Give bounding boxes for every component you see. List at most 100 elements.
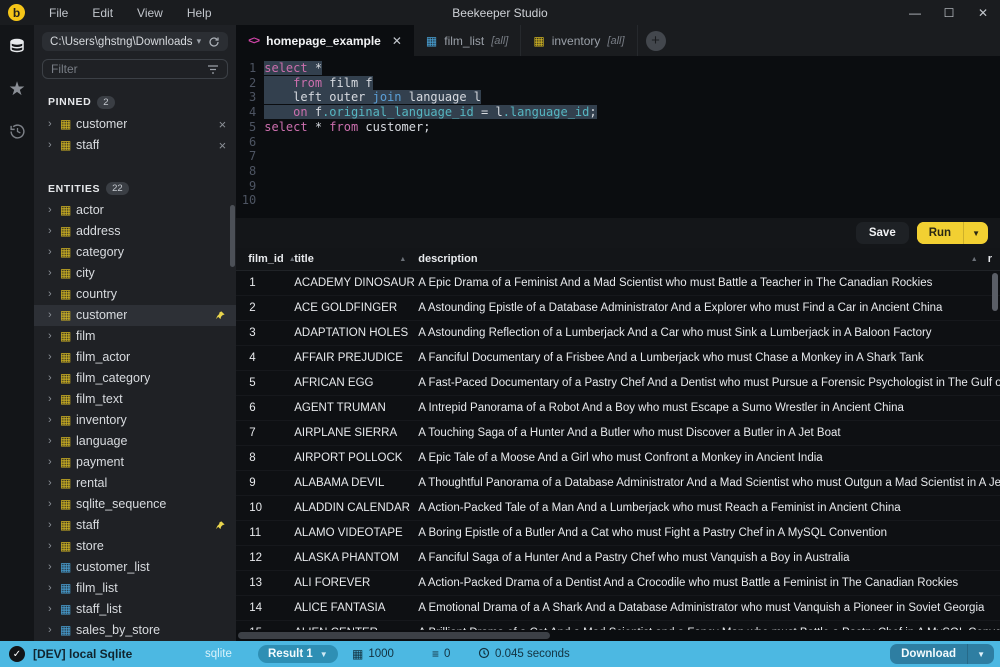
download-options-caret-icon[interactable]: ▼ [967, 644, 994, 664]
table-row[interactable]: 2ACE GOLDFINGERA Astounding Epistle of a… [236, 296, 1000, 321]
expand-chevron-icon[interactable]: › [48, 288, 60, 300]
expand-chevron-icon[interactable]: › [48, 624, 60, 636]
table-row[interactable]: 9ALABAMA DEVILA Thoughtful Panorama of a… [236, 471, 1000, 496]
expand-chevron-icon[interactable]: › [48, 498, 60, 510]
sort-asc-icon[interactable]: ▲ [971, 256, 978, 263]
maximize-button[interactable]: ☐ [932, 0, 966, 25]
sidebar-item-customer_list[interactable]: ›▦customer_list [34, 557, 236, 578]
expand-chevron-icon[interactable]: › [48, 582, 60, 594]
filter-icon[interactable] [207, 64, 219, 75]
table-row[interactable]: 7AIRPLANE SIERRAA Touching Saga of a Hun… [236, 421, 1000, 446]
expand-chevron-icon[interactable]: › [48, 204, 60, 216]
results-vertical-scrollbar[interactable] [992, 273, 998, 311]
sidebar-item-customer[interactable]: ›▦customer [34, 305, 236, 326]
expand-chevron-icon[interactable]: › [48, 351, 60, 363]
run-options-caret-icon[interactable]: ▼ [963, 222, 988, 244]
sidebar-item-film[interactable]: ›▦film [34, 326, 236, 347]
pinned-item-staff[interactable]: ›▦staff× [34, 135, 236, 156]
sort-asc-icon[interactable]: ▲ [399, 256, 406, 263]
expand-chevron-icon[interactable]: › [48, 372, 60, 384]
code-area[interactable]: select * from film f left outer join lan… [264, 61, 1000, 218]
expand-chevron-icon[interactable]: › [48, 435, 60, 447]
tab-film_list[interactable]: ▦film_list[all] [414, 25, 521, 56]
minimize-button[interactable]: — [898, 0, 932, 25]
entity-filter-input[interactable]: Filter [42, 59, 228, 79]
table-row[interactable]: 14ALICE FANTASIAA Emotional Drama of a A… [236, 596, 1000, 621]
tab-homepage_example[interactable]: <>homepage_example✕ [236, 25, 414, 56]
expand-chevron-icon[interactable]: › [48, 267, 60, 279]
close-tab-icon[interactable]: ✕ [392, 34, 402, 48]
column-header-title[interactable]: title ▲ [294, 253, 416, 265]
pin-icon[interactable] [215, 310, 226, 321]
table-row[interactable]: 6AGENT TRUMANA Intrepid Panorama of a Ro… [236, 396, 1000, 421]
database-tab-icon[interactable] [5, 35, 29, 59]
sidebar-item-film_text[interactable]: ›▦film_text [34, 389, 236, 410]
sidebar-item-language[interactable]: ›▦language [34, 431, 236, 452]
run-button[interactable]: Run [917, 222, 963, 244]
refresh-icon[interactable] [208, 36, 220, 48]
tab-inventory[interactable]: ▦inventory[all] [521, 25, 637, 56]
download-button[interactable]: Download [890, 644, 967, 664]
menu-help[interactable]: Help [175, 0, 224, 25]
save-button[interactable]: Save [856, 222, 909, 244]
result-selector[interactable]: Result 1 ▼ [258, 645, 338, 663]
table-row[interactable]: 1ACADEMY DINOSAURA Epic Drama of a Femin… [236, 271, 1000, 296]
sidebar-item-film_actor[interactable]: ›▦film_actor [34, 347, 236, 368]
sidebar-item-film_list[interactable]: ›▦film_list [34, 578, 236, 599]
table-row[interactable]: 15ALIEN CENTERA Brilliant Drama of a Cat… [236, 621, 1000, 630]
sidebar-item-payment[interactable]: ›▦payment [34, 452, 236, 473]
table-row[interactable]: 5AFRICAN EGGA Fast-Paced Documentary of … [236, 371, 1000, 396]
expand-chevron-icon[interactable]: › [48, 309, 60, 321]
menu-view[interactable]: View [125, 0, 175, 25]
sidebar-item-inventory[interactable]: ›▦inventory [34, 410, 236, 431]
sidebar-item-film_category[interactable]: ›▦film_category [34, 368, 236, 389]
sidebar-item-actor[interactable]: ›▦actor [34, 200, 236, 221]
sidebar-item-staff[interactable]: ›▦staff [34, 515, 236, 536]
expand-chevron-icon[interactable]: › [48, 414, 60, 426]
expand-chevron-icon[interactable]: › [48, 519, 60, 531]
table-row[interactable]: 4AFFAIR PREJUDICEA Fanciful Documentary … [236, 346, 1000, 371]
close-button[interactable]: ✕ [966, 0, 1000, 25]
expand-chevron-icon[interactable]: › [48, 456, 60, 468]
expand-chevron-icon[interactable]: › [48, 477, 60, 489]
sidebar-item-store[interactable]: ›▦store [34, 536, 236, 557]
expand-chevron-icon[interactable]: › [48, 225, 60, 237]
sidebar-item-staff_list[interactable]: ›▦staff_list [34, 599, 236, 620]
sql-editor[interactable]: 12345678910 select * from film f left ou… [236, 56, 1000, 218]
history-tab-icon[interactable] [5, 119, 29, 143]
table-row[interactable]: 11ALAMO VIDEOTAPEA Boring Epistle of a B… [236, 521, 1000, 546]
table-row[interactable]: 12ALASKA PHANTOMA Fanciful Saga of a Hun… [236, 546, 1000, 571]
expand-chevron-icon[interactable]: › [48, 540, 60, 552]
sidebar-item-sqlite_sequence[interactable]: ›▦sqlite_sequence [34, 494, 236, 515]
sidebar-item-rental[interactable]: ›▦rental [34, 473, 236, 494]
table-row[interactable]: 8AIRPORT POLLOCKA Epic Tale of a Moose A… [236, 446, 1000, 471]
expand-chevron-icon[interactable]: › [48, 393, 60, 405]
table-row[interactable]: 3ADAPTATION HOLESA Astounding Reflection… [236, 321, 1000, 346]
horizontal-scrollbar-thumb[interactable] [238, 632, 550, 639]
column-header-film-id[interactable]: film_id ▲ [236, 253, 294, 265]
new-tab-button[interactable]: + [646, 31, 666, 51]
expand-chevron-icon[interactable]: › [48, 118, 60, 130]
pinned-item-customer[interactable]: ›▦customer× [34, 114, 236, 135]
results-horizontal-scrollbar[interactable] [236, 630, 1000, 641]
expand-chevron-icon[interactable]: › [48, 246, 60, 258]
menu-file[interactable]: File [37, 0, 80, 25]
sidebar-item-address[interactable]: ›▦address [34, 221, 236, 242]
table-row[interactable]: 13ALI FOREVERA Action-Packed Drama of a … [236, 571, 1000, 596]
unpin-icon[interactable]: × [219, 138, 227, 153]
expand-chevron-icon[interactable]: › [48, 561, 60, 573]
results-grid[interactable]: 1ACADEMY DINOSAURA Epic Drama of a Femin… [236, 271, 1000, 630]
menu-edit[interactable]: Edit [80, 0, 125, 25]
sidebar-scrollbar[interactable] [230, 205, 235, 267]
sidebar-item-sales_by_store[interactable]: ›▦sales_by_store [34, 620, 236, 641]
favorites-tab-icon[interactable]: ★ [5, 77, 29, 101]
expand-chevron-icon[interactable]: › [48, 139, 60, 151]
unpin-icon[interactable]: × [219, 117, 227, 132]
expand-chevron-icon[interactable]: › [48, 330, 60, 342]
sidebar-item-category[interactable]: ›▦category [34, 242, 236, 263]
sidebar-item-country[interactable]: ›▦country [34, 284, 236, 305]
pin-icon[interactable] [215, 520, 226, 531]
expand-chevron-icon[interactable]: › [48, 603, 60, 615]
table-row[interactable]: 10ALADDIN CALENDARA Action-Packed Tale o… [236, 496, 1000, 521]
connection-selector[interactable]: C:\Users\ghstng\Downloads ▾ [42, 32, 228, 51]
